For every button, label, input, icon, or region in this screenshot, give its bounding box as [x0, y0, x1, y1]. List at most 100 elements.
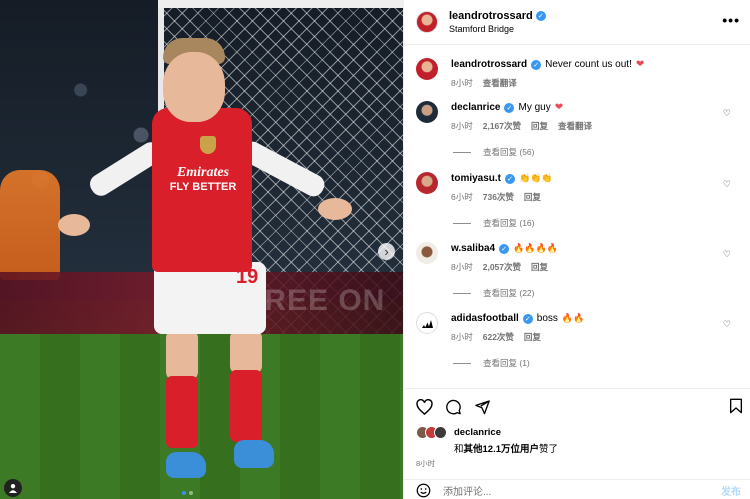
player-right-boot	[234, 440, 274, 468]
comment-time: 8小时	[451, 332, 473, 342]
clapping-emoji: 👏👏👏	[519, 173, 553, 183]
liked-by-username[interactable]: declanrice	[454, 427, 501, 438]
replies-dash	[453, 362, 471, 364]
comment-username[interactable]: tomiyasu.t	[451, 173, 501, 184]
post-location[interactable]: Stamford Bridge	[449, 24, 546, 34]
player-left-sock	[166, 376, 198, 448]
view-replies-button[interactable]: 查看回复 (56)	[453, 146, 534, 158]
comment-likes[interactable]: 2,057次赞	[483, 261, 521, 273]
add-comment-bar: 添加评论... 发布	[404, 479, 750, 499]
comment-avatar[interactable]	[416, 172, 438, 194]
caption-username[interactable]: leandrotrossard	[451, 59, 527, 70]
carousel-dots	[182, 491, 193, 495]
liked-suffix: 赞了	[539, 444, 559, 455]
view-replies-label: 查看回复 (22)	[483, 288, 535, 298]
sponsor-line-1: Emirates	[176, 165, 230, 180]
comment-username[interactable]: declanrice	[451, 102, 500, 113]
chevron-right-icon: ›	[384, 243, 389, 259]
view-replies-label: 查看回复 (16)	[483, 218, 535, 228]
view-replies-label: 查看回复 (56)	[483, 147, 535, 157]
carousel-dot-active	[182, 491, 186, 495]
emoji-smile-icon[interactable]	[416, 483, 431, 498]
comment-username[interactable]: adidasfootball	[451, 313, 519, 324]
comment-likes[interactable]: 736次赞	[483, 191, 514, 203]
comment-time: 8小时	[451, 121, 473, 131]
liker-avatar	[434, 426, 447, 439]
steward-figure	[0, 170, 60, 280]
bookmark-icon[interactable]	[729, 398, 743, 414]
ad-board-text: FREE ON	[245, 284, 386, 317]
comment-time: 8小时	[451, 262, 473, 272]
liker-avatars[interactable]	[416, 426, 447, 439]
reply-button[interactable]: 回复	[524, 331, 541, 343]
replies-dash	[453, 222, 471, 224]
comments-list[interactable]: leandrotrossard ✓ Never count us out! ❤ …	[404, 46, 750, 388]
shirt-sponsor: Emirates FLY BETTER	[158, 165, 248, 195]
verified-icon: ✓	[504, 102, 515, 113]
likes-summary: declanrice 和其他12.1万位用户赞了	[404, 424, 750, 455]
share-icon[interactable]	[474, 399, 491, 415]
carousel-next-button[interactable]: ›	[378, 243, 395, 260]
like-comment-heart-icon[interactable]: ♡	[723, 108, 731, 119]
view-replies-button[interactable]: 查看回复 (22)	[453, 287, 534, 299]
more-options-icon[interactable]: •••	[722, 12, 740, 28]
player-right-hand	[318, 198, 352, 220]
verified-icon: ✓	[499, 243, 510, 254]
red-heart-emoji: ❤	[554, 102, 564, 113]
player-left-boot	[166, 452, 206, 478]
verified-icon: ✓	[531, 59, 542, 70]
comment-username[interactable]: w.saliba4	[451, 243, 495, 254]
comment-avatar[interactable]	[416, 242, 438, 264]
fire-emoji: 🔥🔥	[561, 313, 585, 323]
comment-likes[interactable]: 2,167次赞	[483, 120, 521, 132]
post-photo[interactable]: FREE ON 19 Emirates FLY BETTER ›	[0, 0, 403, 499]
comment-text: My guy	[518, 102, 551, 113]
reply-button[interactable]: 回复	[531, 261, 548, 273]
liked-others-count: 其他12.1万位用户	[463, 444, 540, 455]
view-replies-button[interactable]: 查看回复 (1)	[453, 357, 530, 369]
player-left-hand	[58, 214, 90, 236]
liked-and: 和	[454, 444, 464, 455]
view-replies-label: 查看回复 (1)	[483, 358, 530, 368]
verified-icon: ✓	[505, 173, 516, 184]
player-left-thigh	[166, 330, 198, 380]
verified-icon: ✓	[535, 11, 546, 21]
add-comment-input[interactable]: 添加评论...	[443, 483, 491, 498]
player-head	[163, 52, 225, 122]
author-avatar[interactable]	[416, 11, 438, 33]
sponsor-line-2: FLY BETTER	[169, 181, 237, 193]
liked-by-others[interactable]: 和其他12.1万位用户赞了	[454, 441, 558, 455]
author-username[interactable]: leandrotrossard	[449, 10, 533, 22]
reply-button[interactable]: 回复	[524, 191, 541, 203]
post-comment-button[interactable]: 发布	[721, 483, 741, 498]
caption-text: Never count us out!	[545, 59, 632, 70]
post-details-panel: leandrotrossard ✓ Stamford Bridge ••• le…	[403, 0, 750, 499]
player-right-sock	[230, 370, 262, 442]
replies-dash	[453, 151, 471, 153]
comment-avatar[interactable]	[416, 101, 438, 123]
reply-button[interactable]: 回复	[531, 120, 548, 132]
goal-crossbar	[158, 0, 403, 8]
caption-avatar[interactable]	[416, 58, 438, 80]
like-comment-heart-icon[interactable]: ♡	[723, 179, 731, 190]
tagged-people-button[interactable]	[4, 479, 22, 497]
person-icon	[9, 484, 17, 493]
see-translation-link[interactable]: 查看翻译	[558, 120, 592, 132]
post-header: leandrotrossard ✓ Stamford Bridge •••	[404, 0, 750, 45]
comment-icon[interactable]	[445, 399, 462, 415]
view-replies-button[interactable]: 查看回复 (16)	[453, 217, 534, 229]
like-comment-heart-icon[interactable]: ♡	[723, 249, 731, 260]
comment-text: boss	[536, 313, 558, 324]
heart-icon[interactable]	[416, 398, 433, 415]
verified-icon: ✓	[522, 313, 533, 324]
see-translation-link[interactable]: 查看翻译	[483, 77, 517, 89]
red-heart-emoji: ❤	[635, 59, 645, 70]
like-comment-heart-icon[interactable]: ♡	[723, 319, 731, 330]
action-bar	[404, 389, 750, 424]
comment-avatar[interactable]	[416, 312, 438, 334]
carousel-dot	[189, 491, 193, 495]
player-right-thigh	[230, 330, 262, 374]
post-time: 8小时	[416, 459, 436, 468]
post-footer: declanrice 和其他12.1万位用户赞了 8小时 添加评论... 发布	[404, 388, 750, 498]
comment-likes[interactable]: 622次赞	[483, 331, 514, 343]
